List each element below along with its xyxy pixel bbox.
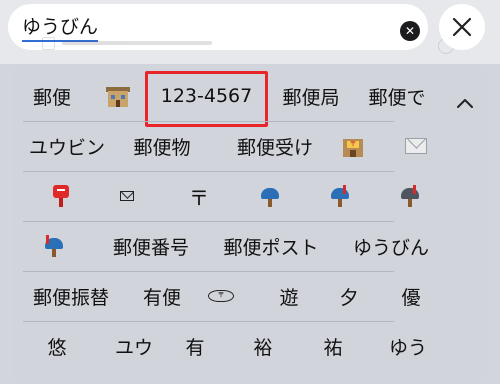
candidate-yuubinde[interactable]: 郵便で xyxy=(361,71,433,121)
envelope-icon xyxy=(405,138,427,154)
candidate-envelope-outline[interactable] xyxy=(109,171,145,221)
candidate-mailbox-open[interactable] xyxy=(35,221,75,271)
candidate-building-emoji[interactable] xyxy=(93,71,143,121)
faded-background-row xyxy=(42,35,222,50)
postbox-red-icon xyxy=(53,185,69,207)
post-office-icon: 〒 xyxy=(341,135,365,157)
candidate-yuubinuke[interactable]: 郵便受け xyxy=(221,121,329,171)
candidate-yuubin-alt[interactable]: 有便 xyxy=(133,271,191,321)
checkbox-icon xyxy=(42,37,55,50)
candidate-yuu-leisurely[interactable]: 悠 xyxy=(37,321,77,371)
highlight-box xyxy=(145,71,268,127)
faded-text-placeholder xyxy=(62,41,212,45)
candidate-post-office-emoji[interactable]: 〒 xyxy=(335,121,371,171)
close-button[interactable] xyxy=(439,4,485,50)
conversion-candidate-panel: 郵便 123-4567 郵便局 郵便で ユウビン 郵便物 郵便受け 〒 〒 郵便… xyxy=(13,64,487,384)
candidate-yuu-katakana[interactable]: ユウ xyxy=(105,321,163,371)
chevron-up-icon xyxy=(457,99,473,108)
candidate-mailbox-closed[interactable] xyxy=(251,171,291,221)
search-bar-area: ゆうびん ✕ xyxy=(0,0,500,64)
candidate-yuubin-katakana[interactable]: ユウビン xyxy=(23,121,111,171)
candidate-postbox-emoji[interactable] xyxy=(43,171,79,221)
mailbox-flag-icon xyxy=(329,185,353,207)
candidate-yuubinbutsu[interactable]: 郵便物 xyxy=(119,121,205,171)
candidate-row-5: 郵便振替 有便 〒 遊 夕 優 xyxy=(13,271,421,321)
candidate-yuu-superior[interactable]: 優 xyxy=(393,271,429,321)
candidate-yuubin[interactable]: 郵便 xyxy=(23,71,81,121)
candidate-row-6: 悠 ユウ 有 裕 祐 ゆう xyxy=(13,321,487,371)
mailbox-dark-icon xyxy=(399,185,423,207)
candidate-yuubin-hiragana[interactable]: ゆうびん xyxy=(343,221,439,271)
candidate-postal-mark[interactable]: 〒 xyxy=(181,171,217,221)
candidate-yuu-evening[interactable]: 夕 xyxy=(331,271,367,321)
candidate-row-2: ユウビン 郵便物 郵便受け 〒 xyxy=(13,121,427,171)
building-icon xyxy=(106,85,130,107)
candidate-yuu-blessing[interactable]: 祐 xyxy=(313,321,353,371)
candidate-mailbox-flag[interactable] xyxy=(321,171,361,221)
clear-circle-icon[interactable]: ✕ xyxy=(400,21,420,41)
candidate-yuubinfurikae[interactable]: 郵便振替 xyxy=(23,271,119,321)
candidate-envelope-emoji[interactable] xyxy=(398,121,434,171)
candidate-yuubinbangou[interactable]: 郵便番号 xyxy=(103,221,199,271)
candidate-mailbox-dark[interactable] xyxy=(391,171,431,221)
candidate-yuubinkyoku[interactable]: 郵便局 xyxy=(275,71,347,121)
candidate-postal-mark-circle[interactable]: 〒 xyxy=(203,271,239,321)
candidate-yuu-hiragana[interactable]: ゆう xyxy=(379,321,437,371)
mailbox-closed-icon xyxy=(259,185,283,207)
postal-mark-icon: 〒 xyxy=(208,290,234,302)
candidate-row-1: 郵便 123-4567 郵便局 郵便で xyxy=(13,71,487,127)
candidate-yuu-have[interactable]: 有 xyxy=(175,321,215,371)
candidate-row-3: 〒 xyxy=(13,171,419,221)
candidate-row-4: 郵便番号 郵便ポスト ゆうびん xyxy=(13,221,487,271)
candidate-yuu-play[interactable]: 遊 xyxy=(271,271,307,321)
mailbox-open-icon xyxy=(43,235,67,257)
candidate-yuu-rich[interactable]: 裕 xyxy=(243,321,283,371)
candidate-yuubinposuto[interactable]: 郵便ポスト xyxy=(211,221,331,271)
collapse-candidates-button[interactable] xyxy=(449,78,481,128)
envelope-outline-icon xyxy=(120,191,134,201)
close-x-icon xyxy=(452,17,472,37)
